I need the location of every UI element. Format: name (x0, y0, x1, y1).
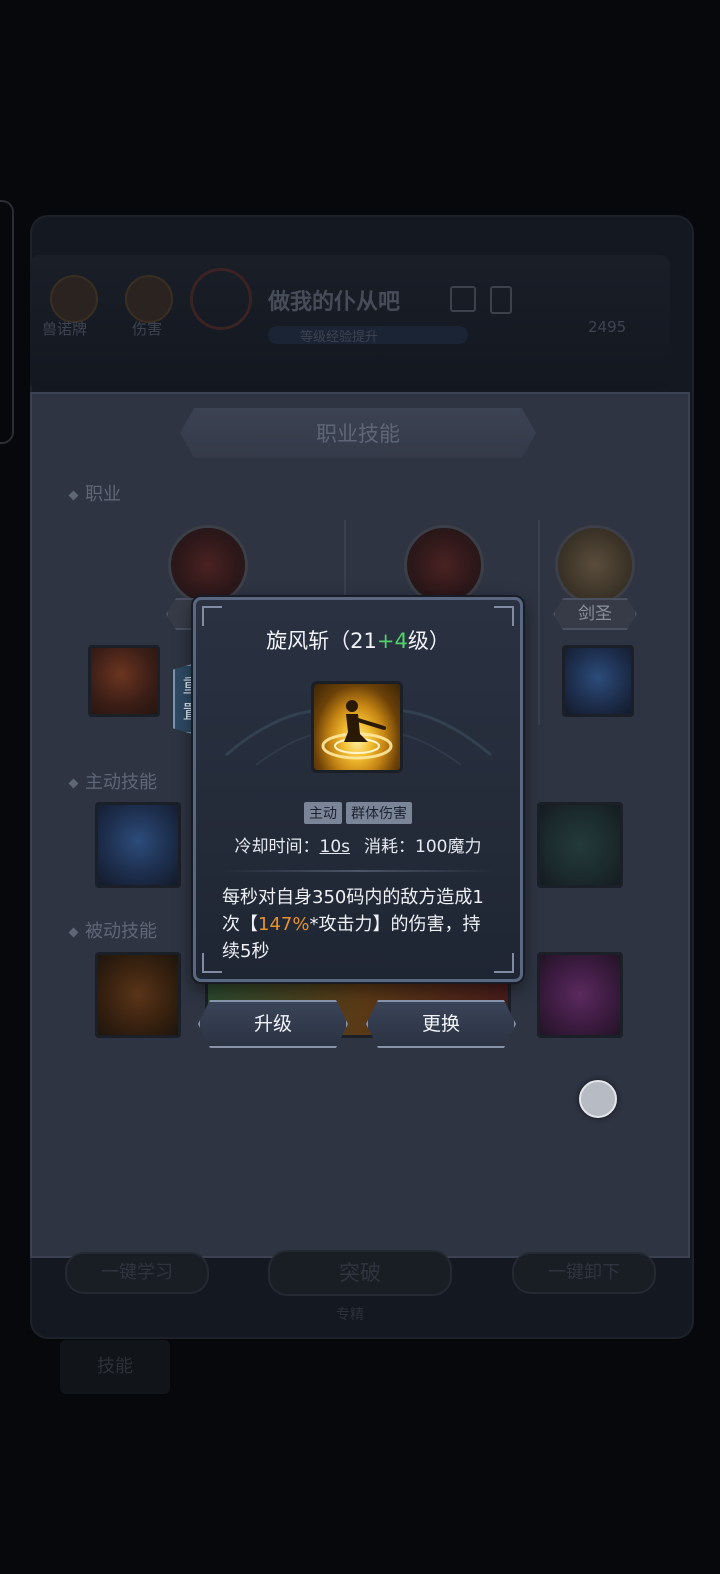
side-drawer-handle (0, 200, 14, 444)
skill-tags: 主动 群体伤害 (193, 802, 523, 824)
career-skill-slot-3[interactable] (562, 645, 634, 717)
exp-bar-label: 等级经验提升 (300, 330, 379, 345)
skill-title: 旋风斩（21+4级） (193, 625, 523, 655)
learn-all-button[interactable]: 一键学习 (65, 1252, 209, 1294)
unequip-all-button[interactable]: 一键卸下 (512, 1252, 656, 1294)
class-tag-swordmaster: 剑圣 (553, 598, 637, 630)
cooldown-label: 冷却时间： (234, 837, 320, 857)
header-tab-1: 兽诺牌 (42, 320, 88, 338)
skill-description: 每秒对自身350码内的敌方造成1次【147%*攻击力】的伤害，持续5秒 (222, 884, 497, 965)
section-career-label: 职业 (85, 484, 121, 505)
corner-ornament (202, 606, 222, 626)
section-passive: 被动技能 (68, 917, 157, 943)
skill-level-close: 级） (407, 629, 450, 653)
tag-active: 主动 (304, 802, 342, 824)
skill-level-bonus: +4 (376, 629, 408, 653)
skill-level-open: （ (329, 629, 351, 653)
whirlwind-figure (321, 700, 393, 760)
replace-button[interactable]: 更换 (366, 1000, 516, 1048)
tooltip-divider (222, 870, 494, 872)
header-tab-icon-1 (50, 275, 98, 323)
lock-icon (490, 286, 512, 314)
skill-name: 旋风斩 (266, 629, 330, 653)
bullet-icon (68, 778, 79, 788)
passive-skill-slot-4[interactable] (537, 952, 623, 1038)
corner-ornament (494, 606, 514, 626)
bullet-icon (68, 490, 79, 500)
cost-value: 100魔力 (415, 837, 482, 857)
whirlwind-slash-icon (311, 681, 403, 773)
guild-logo (190, 268, 252, 330)
tag-aoe-damage: 群体伤害 (346, 802, 412, 824)
breakthrough-button[interactable]: 突破 (268, 1250, 452, 1296)
career-skill-slot-1[interactable] (88, 645, 160, 717)
bullet-icon (68, 927, 79, 937)
section-active: 主动技能 (68, 768, 157, 794)
cooldown-value: 10s (319, 837, 351, 857)
edit-icon (450, 286, 476, 312)
floating-assist-ball[interactable] (579, 1080, 617, 1118)
header-tab-2: 伤害 (132, 320, 163, 338)
divider (538, 520, 540, 725)
header-tab-icon-2 (125, 275, 173, 323)
cost-label: 消耗： (364, 837, 416, 857)
corner-ornament (202, 953, 222, 973)
description-highlight: 147% (258, 914, 310, 935)
tab-skills[interactable]: 技能 (60, 1340, 170, 1394)
section-career: 职业 (68, 480, 121, 506)
active-skill-slot-1[interactable] (95, 802, 181, 888)
class-emblem-second[interactable] (404, 525, 484, 605)
class-emblem-swordmaster[interactable] (555, 525, 635, 605)
player-header (30, 255, 670, 390)
class-emblem-warrior[interactable] (168, 525, 248, 605)
power-value: 2495 (588, 318, 627, 336)
player-name: 做我的仆从吧 (268, 290, 401, 315)
skill-level-base: 21 (350, 629, 377, 653)
cooldown-cost-row: 冷却时间：10s 消耗：100魔力 (193, 832, 523, 857)
section-active-label: 主动技能 (85, 772, 157, 793)
section-passive-label: 被动技能 (85, 921, 157, 942)
upgrade-button[interactable]: 升级 (198, 1000, 348, 1048)
active-skill-slot-4[interactable] (537, 802, 623, 888)
specialty-info: 专精 (336, 1307, 364, 1323)
panel-title: 职业技能 (316, 422, 400, 446)
corner-ornament (494, 953, 514, 973)
passive-skill-slot-1[interactable] (95, 952, 181, 1038)
